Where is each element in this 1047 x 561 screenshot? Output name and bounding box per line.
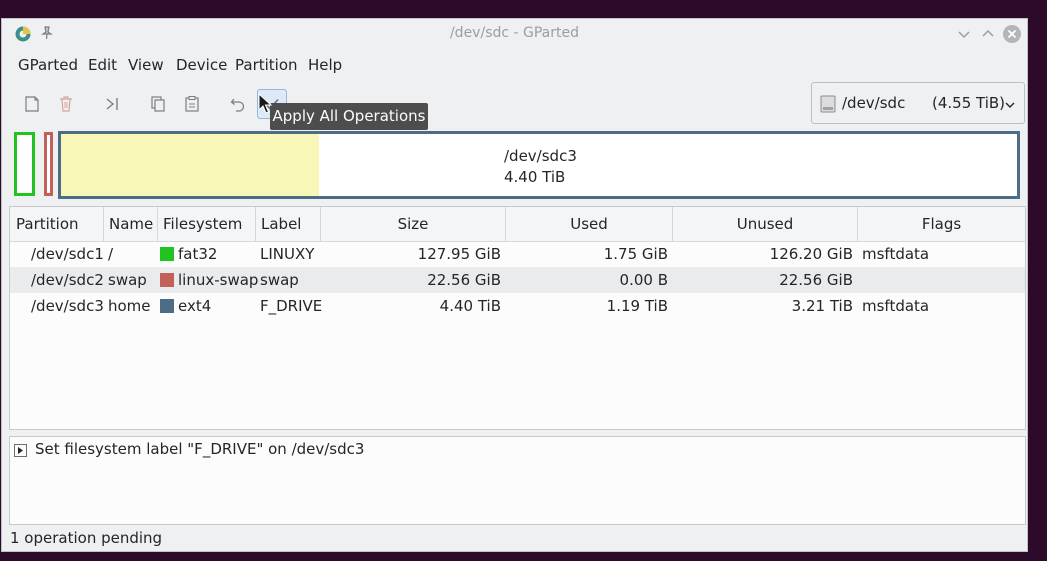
partition-block-size: 4.40 TiB [504, 168, 566, 186]
col-partition[interactable]: Partition [10, 207, 104, 241]
resize-move-icon[interactable] [97, 89, 127, 119]
window-title: /dev/sdc - GParted [449, 25, 580, 41]
fs-color-swatch [160, 273, 174, 287]
delete-partition-icon[interactable] [51, 89, 81, 119]
col-unused[interactable]: Unused [673, 207, 858, 241]
partition-block-sdc1[interactable] [14, 132, 35, 196]
col-label[interactable]: Label [256, 207, 321, 241]
menu-bar: GParted Edit View Device Partition Help [2, 53, 1027, 79]
cell-partition: /dev/sdc1 [31, 245, 104, 263]
drive-icon [820, 95, 836, 117]
new-partition-icon[interactable] [17, 89, 47, 119]
partition-table: Partition Name Filesystem Label Size Use… [9, 206, 1026, 430]
table-row[interactable]: /dev/sdc2 swap linux-swap swap 22.56 GiB… [10, 267, 1025, 293]
cell-name: / [108, 245, 114, 263]
cell-flags: msftdata [862, 245, 930, 263]
cell-label: swap [260, 271, 299, 289]
fs-color-swatch [160, 299, 174, 313]
device-size: (4.55 TiB) [932, 94, 1006, 112]
menu-view[interactable]: View [128, 56, 164, 74]
close-icon[interactable] [1002, 24, 1022, 44]
cell-size: 22.56 GiB [427, 271, 501, 289]
menu-gparted[interactable]: GParted [18, 56, 78, 74]
cell-unused: 126.20 GiB [769, 245, 853, 263]
table-row[interactable]: /dev/sdc1 / fat32 LINUXY 127.95 GiB 1.75… [10, 241, 1025, 267]
cell-filesystem: fat32 [178, 245, 218, 263]
col-size[interactable]: Size [321, 207, 506, 241]
mouse-cursor-icon [258, 92, 273, 119]
apply-tooltip: Apply All Operations [270, 103, 428, 130]
chevron-down-icon [1004, 97, 1016, 115]
cell-name: swap [108, 271, 147, 289]
device-name: /dev/sdc [842, 94, 906, 112]
fs-color-swatch [160, 247, 174, 261]
operation-text: Set filesystem label "F_DRIVE" on /dev/s… [35, 440, 365, 458]
cell-size: 4.40 TiB [439, 297, 501, 315]
col-flags[interactable]: Flags [858, 207, 1025, 241]
cell-label: LINUXY [260, 245, 315, 263]
status-bar-text: 1 operation pending [10, 529, 163, 547]
undo-icon[interactable] [223, 89, 253, 119]
title-bar: /dev/sdc - GParted [2, 19, 1027, 49]
gparted-window: /dev/sdc - GParted GParted Edit View Dev… [1, 18, 1028, 552]
cell-name: home [108, 297, 151, 315]
cell-used: 1.75 GiB [603, 245, 668, 263]
menu-partition[interactable]: Partition [235, 56, 298, 74]
col-name[interactable]: Name [104, 207, 158, 241]
cell-filesystem: linux-swap [178, 271, 259, 289]
col-used[interactable]: Used [506, 207, 673, 241]
partition-block-sdc2[interactable] [44, 132, 53, 196]
col-filesystem[interactable]: Filesystem [158, 207, 256, 241]
menu-help[interactable]: Help [308, 56, 342, 74]
menu-edit[interactable]: Edit [88, 56, 117, 74]
cell-label: F_DRIVE [260, 297, 323, 315]
partition-block-name: /dev/sdc3 [504, 147, 577, 165]
copy-icon[interactable] [143, 89, 173, 119]
cell-used: 0.00 B [619, 271, 668, 289]
partition-block-sdc3[interactable]: /dev/sdc3 4.40 TiB [58, 131, 1020, 199]
disk-map: /dev/sdc3 4.40 TiB [11, 131, 1023, 203]
cell-used: 1.19 TiB [606, 297, 668, 315]
device-selector[interactable]: /dev/sdc (4.55 TiB) [811, 82, 1025, 124]
minimize-icon[interactable] [954, 24, 974, 44]
table-header: Partition Name Filesystem Label Size Use… [10, 207, 1025, 242]
label-operation-icon [14, 443, 27, 461]
cell-unused: 22.56 GiB [779, 271, 853, 289]
pending-operations-list: Set filesystem label "F_DRIVE" on /dev/s… [9, 436, 1026, 525]
cell-partition: /dev/sdc3 [31, 297, 104, 315]
cell-flags: msftdata [862, 297, 930, 315]
used-space-bar [61, 134, 320, 196]
cell-size: 127.95 GiB [417, 245, 501, 263]
table-row[interactable]: /dev/sdc3 home ext4 F_DRIVE 4.40 TiB 1.1… [10, 293, 1025, 319]
maximize-icon[interactable] [978, 24, 998, 44]
paste-icon[interactable] [177, 89, 207, 119]
cell-unused: 3.21 TiB [791, 297, 853, 315]
cell-partition: /dev/sdc2 [31, 271, 104, 289]
cell-filesystem: ext4 [178, 297, 212, 315]
menu-device[interactable]: Device [176, 56, 227, 74]
